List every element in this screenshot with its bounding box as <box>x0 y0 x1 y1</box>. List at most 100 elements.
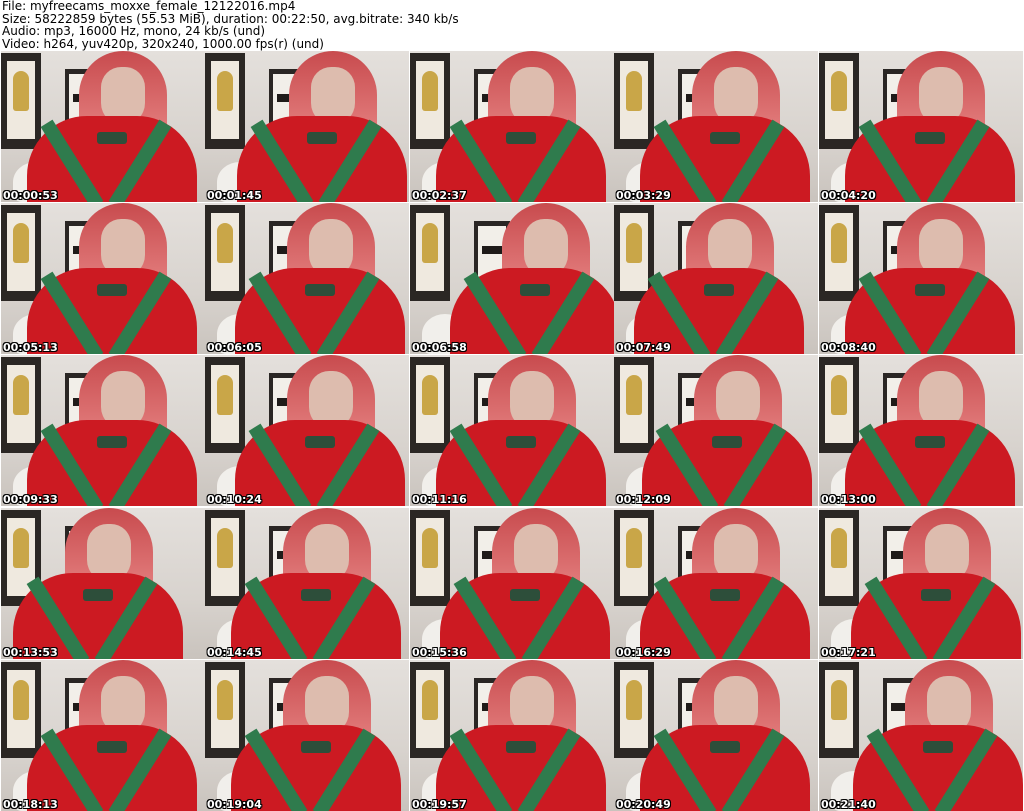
bow-tie <box>307 132 337 144</box>
timestamp-label: 00:06:05 <box>207 341 262 354</box>
bow-tie <box>704 284 734 296</box>
video-thumbnail: 00:06:05 <box>205 203 409 354</box>
video-thumbnail: 00:15:36 <box>410 508 614 659</box>
timestamp-label: 00:08:40 <box>821 341 876 354</box>
bow-tie <box>710 132 740 144</box>
bow-tie <box>97 284 127 296</box>
video-thumbnail: 00:10:24 <box>205 355 409 506</box>
audio-info-line: Audio: mp3, 16000 Hz, mono, 24 kb/s (und… <box>2 24 266 38</box>
framed-picture <box>1 205 41 301</box>
video-thumbnail: 00:08:40 <box>819 203 1023 354</box>
framed-picture <box>205 53 245 149</box>
bow-tie <box>301 741 331 753</box>
video-thumbnail: 00:19:57 <box>410 660 614 811</box>
bow-tie <box>710 741 740 753</box>
video-thumbnail: 00:02:37 <box>410 51 614 202</box>
timestamp-label: 00:20:49 <box>616 798 671 811</box>
bow-tie <box>710 589 740 601</box>
timestamp-label: 00:16:29 <box>616 646 671 659</box>
file-info-header: File: myfreecams_moxxe_female_12122016.m… <box>2 0 1022 50</box>
timestamp-label: 00:19:57 <box>412 798 467 811</box>
video-thumbnail: 00:05:13 <box>1 203 205 354</box>
bow-tie <box>915 436 945 448</box>
framed-picture <box>819 510 859 606</box>
framed-picture <box>410 510 450 606</box>
video-thumbnail: 00:21:40 <box>819 660 1023 811</box>
framed-picture <box>1 662 41 758</box>
bow-tie <box>923 741 953 753</box>
framed-picture <box>1 53 41 149</box>
bow-tie <box>97 436 127 448</box>
bow-tie <box>305 436 335 448</box>
video-thumbnail: 00:14:45 <box>205 508 409 659</box>
file-name-line: File: myfreecams_moxxe_female_12122016.m… <box>2 0 296 13</box>
timestamp-label: 00:21:40 <box>821 798 876 811</box>
timestamp-label: 00:17:21 <box>821 646 876 659</box>
timestamp-label: 00:02:37 <box>412 189 467 202</box>
framed-picture <box>410 357 450 453</box>
video-thumbnail: 00:18:13 <box>1 660 205 811</box>
framed-picture <box>205 510 245 606</box>
bow-tie <box>712 436 742 448</box>
timestamp-label: 00:13:00 <box>821 493 876 506</box>
video-thumbnail: 00:07:49 <box>614 203 818 354</box>
framed-picture <box>819 662 859 758</box>
framed-picture <box>614 357 654 453</box>
video-info-line: Video: h264, yuv420p, 320x240, 1000.00 f… <box>2 36 324 51</box>
bow-tie <box>506 436 536 448</box>
bow-tie <box>301 589 331 601</box>
framed-picture <box>614 205 654 301</box>
video-thumbnail: 00:13:00 <box>819 355 1023 506</box>
video-thumbnail: 00:09:33 <box>1 355 205 506</box>
thumbnail-grid: 00:00:53 00:01:45 00:02:37 00:03:29 00:04:20… <box>1 51 1024 811</box>
timestamp-label: 00:07:49 <box>616 341 671 354</box>
framed-picture <box>205 205 245 301</box>
video-thumbnail: 00:04:20 <box>819 51 1023 202</box>
framed-picture <box>205 662 245 758</box>
video-thumbnail: 00:06:58 <box>410 203 614 354</box>
framed-picture <box>819 53 859 149</box>
video-thumbnail: 00:20:49 <box>614 660 818 811</box>
timestamp-label: 00:01:45 <box>207 189 262 202</box>
timestamp-label: 00:13:53 <box>3 646 58 659</box>
video-thumbnail: 00:11:16 <box>410 355 614 506</box>
timestamp-label: 00:18:13 <box>3 798 58 811</box>
timestamp-label: 00:09:33 <box>3 493 58 506</box>
bow-tie <box>97 132 127 144</box>
timestamp-label: 00:04:20 <box>821 189 876 202</box>
timestamp-label: 00:19:04 <box>207 798 262 811</box>
bow-tie <box>506 741 536 753</box>
framed-picture <box>410 662 450 758</box>
video-thumbnail: 00:12:09 <box>614 355 818 506</box>
video-thumbnail: 00:13:53 <box>1 508 205 659</box>
framed-picture <box>410 205 450 301</box>
framed-picture <box>614 510 654 606</box>
bow-tie <box>83 589 113 601</box>
framed-picture <box>614 53 654 149</box>
framed-picture <box>819 357 859 453</box>
bow-tie <box>921 589 951 601</box>
video-thumbnail: 00:19:04 <box>205 660 409 811</box>
video-thumbnail: 00:01:45 <box>205 51 409 202</box>
timestamp-label: 00:15:36 <box>412 646 467 659</box>
timestamp-label: 00:14:45 <box>207 646 262 659</box>
timestamp-label: 00:06:58 <box>412 341 467 354</box>
bow-tie <box>520 284 550 296</box>
bow-tie <box>915 284 945 296</box>
timestamp-label: 00:12:09 <box>616 493 671 506</box>
framed-picture <box>205 357 245 453</box>
framed-picture <box>410 53 450 149</box>
video-thumbnail: 00:03:29 <box>614 51 818 202</box>
timestamp-label: 00:10:24 <box>207 493 262 506</box>
timestamp-label: 00:03:29 <box>616 189 671 202</box>
framed-picture <box>1 357 41 453</box>
video-thumbnail: 00:17:21 <box>819 508 1023 659</box>
timestamp-label: 00:05:13 <box>3 341 58 354</box>
bow-tie <box>506 132 536 144</box>
bow-tie <box>97 741 127 753</box>
timestamp-label: 00:11:16 <box>412 493 467 506</box>
framed-picture <box>819 205 859 301</box>
framed-picture <box>614 662 654 758</box>
timestamp-label: 00:00:53 <box>3 189 58 202</box>
video-thumbnail: 00:16:29 <box>614 508 818 659</box>
